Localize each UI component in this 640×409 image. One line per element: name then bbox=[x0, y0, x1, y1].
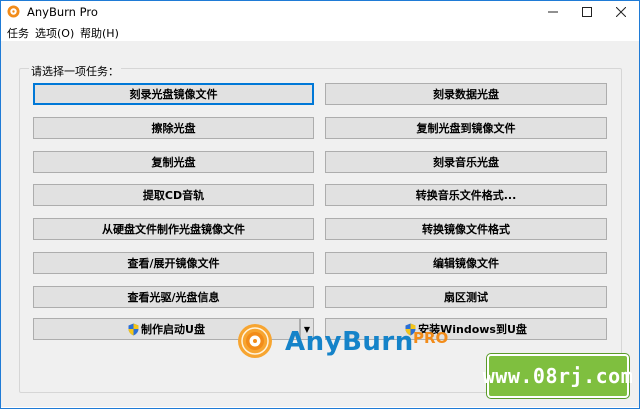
burning-disc-logo-icon bbox=[238, 324, 272, 358]
group-label: 请选择一项任务： bbox=[29, 63, 121, 79]
uac-shield-icon bbox=[128, 323, 139, 335]
app-window: AnyBurn Pro 任务 选项(O) 帮助(H) 请选择一项任务： 刻录光盘… bbox=[0, 0, 640, 409]
drive-info-button[interactable]: 查看光驱/光盘信息 bbox=[33, 286, 314, 308]
burn-image-button[interactable]: 刻录光盘镜像文件 bbox=[33, 83, 314, 105]
site-watermark: www.08rj.com bbox=[483, 354, 633, 398]
window-title: AnyBurn Pro bbox=[27, 5, 98, 19]
menu-bar: 任务 选项(O) 帮助(H) bbox=[1, 23, 639, 41]
burn-audio-button[interactable]: 刻录音乐光盘 bbox=[325, 151, 607, 173]
make-bootable-usb-label: 制作启动U盘 bbox=[141, 323, 205, 336]
minimize-icon bbox=[548, 11, 558, 13]
copy-disc-button[interactable]: 复制光盘 bbox=[33, 151, 314, 173]
menu-task[interactable]: 任务 bbox=[7, 25, 29, 41]
logo-name: AnyBurn bbox=[285, 327, 414, 357]
minimize-button[interactable] bbox=[536, 1, 570, 23]
convert-audio-button[interactable]: 转换音乐文件格式... bbox=[325, 184, 607, 206]
copy-to-image-button[interactable]: 复制光盘到镜像文件 bbox=[325, 117, 607, 139]
burn-data-button[interactable]: 刻录数据光盘 bbox=[325, 83, 607, 105]
title-bar[interactable]: AnyBurn Pro bbox=[1, 1, 639, 23]
menu-options[interactable]: 选项(O) bbox=[35, 25, 74, 41]
logo-edition: PRO bbox=[413, 329, 449, 347]
make-image-from-files-button[interactable]: 从硬盘文件制作光盘镜像文件 bbox=[33, 218, 314, 240]
maximize-icon bbox=[582, 7, 592, 17]
edit-image-button[interactable]: 编辑镜像文件 bbox=[325, 252, 607, 274]
sector-test-button[interactable]: 扇区测试 bbox=[325, 286, 607, 308]
maximize-button[interactable] bbox=[570, 1, 604, 23]
menu-help[interactable]: 帮助(H) bbox=[80, 25, 119, 41]
app-icon bbox=[7, 5, 20, 18]
rip-cd-button[interactable]: 提取CD音轨 bbox=[33, 184, 314, 206]
browse-image-button[interactable]: 查看/展开镜像文件 bbox=[33, 252, 314, 274]
close-icon bbox=[616, 7, 626, 17]
convert-image-button[interactable]: 转换镜像文件格式 bbox=[325, 218, 607, 240]
erase-disc-button[interactable]: 擦除光盘 bbox=[33, 117, 314, 139]
close-button[interactable] bbox=[604, 1, 638, 23]
